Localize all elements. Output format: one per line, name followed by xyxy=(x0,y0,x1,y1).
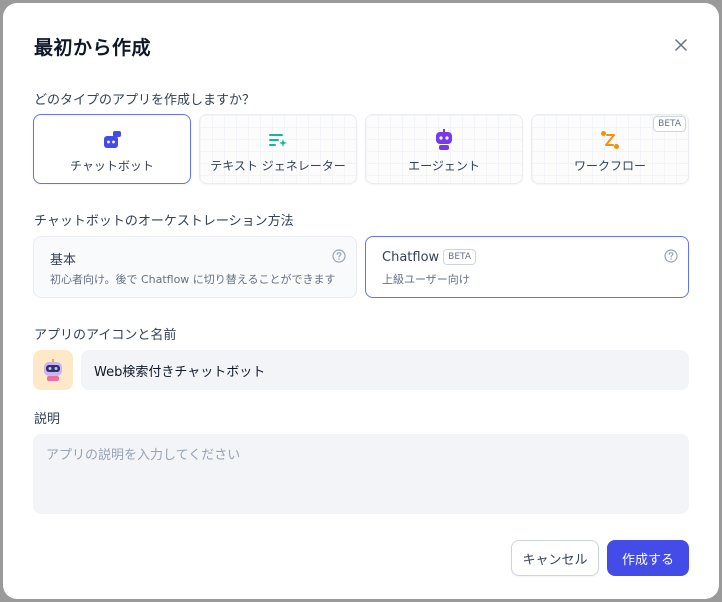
close-button[interactable] xyxy=(671,35,691,55)
app-name-input[interactable] xyxy=(81,350,689,390)
app-type-question: どのタイプのアプリを作成しますか？ xyxy=(34,93,256,108)
app-type-workflow[interactable]: BETA ワークフロー xyxy=(531,114,689,184)
workflow-icon xyxy=(599,129,621,151)
cancel-button[interactable]: キャンセル xyxy=(511,540,599,576)
app-type-label: ワークフロー xyxy=(573,159,646,173)
description-input[interactable] xyxy=(33,434,689,514)
chatbot-icon xyxy=(101,129,123,151)
app-type-label: エージェント xyxy=(408,159,480,173)
app-type-label: チャットボット xyxy=(70,159,154,173)
app-avatar[interactable] xyxy=(33,350,73,390)
create-button[interactable]: 作成する xyxy=(607,540,689,576)
help-icon[interactable] xyxy=(332,249,346,263)
app-type-label: テキスト ジェネレーター xyxy=(210,159,346,173)
orchestration-chatflow[interactable]: Chatflow BETA 上級ユーザー向け xyxy=(365,236,689,298)
orchestration-desc: 初心者向け。後で Chatflow に切り替えることができます xyxy=(50,273,336,286)
close-icon xyxy=(675,39,687,51)
description-label: 説明 xyxy=(34,412,61,427)
orchestration-basic[interactable]: 基本 初心者向け。後で Chatflow に切り替えることができます xyxy=(33,236,357,298)
dialog-title: 最初から作成 xyxy=(34,37,152,59)
help-icon[interactable] xyxy=(664,249,678,263)
orchestration-desc: 上級ユーザー向け xyxy=(382,273,470,286)
orchestration-name: 基本 xyxy=(50,253,77,268)
icon-name-label: アプリのアイコンと名前 xyxy=(34,328,177,343)
orchestration-name-row: Chatflow BETA xyxy=(382,249,476,265)
app-type-text-generator[interactable]: テキスト ジェネレーター xyxy=(199,114,357,184)
agent-icon xyxy=(433,129,455,151)
app-type-agent[interactable]: エージェント xyxy=(365,114,523,184)
text-generator-icon xyxy=(267,129,289,151)
beta-badge: BETA xyxy=(653,116,686,132)
orchestration-label: チャットボットのオーケストレーション方法 xyxy=(34,214,294,229)
app-type-chatbot[interactable]: チャットボット xyxy=(33,114,191,184)
robot-icon xyxy=(44,359,62,381)
beta-badge: BETA xyxy=(443,249,476,265)
orchestration-name: Chatflow xyxy=(382,249,440,265)
create-app-dialog: 最初から作成 どのタイプのアプリを作成しますか？ チャットボット テキスト ジェ… xyxy=(3,3,719,599)
